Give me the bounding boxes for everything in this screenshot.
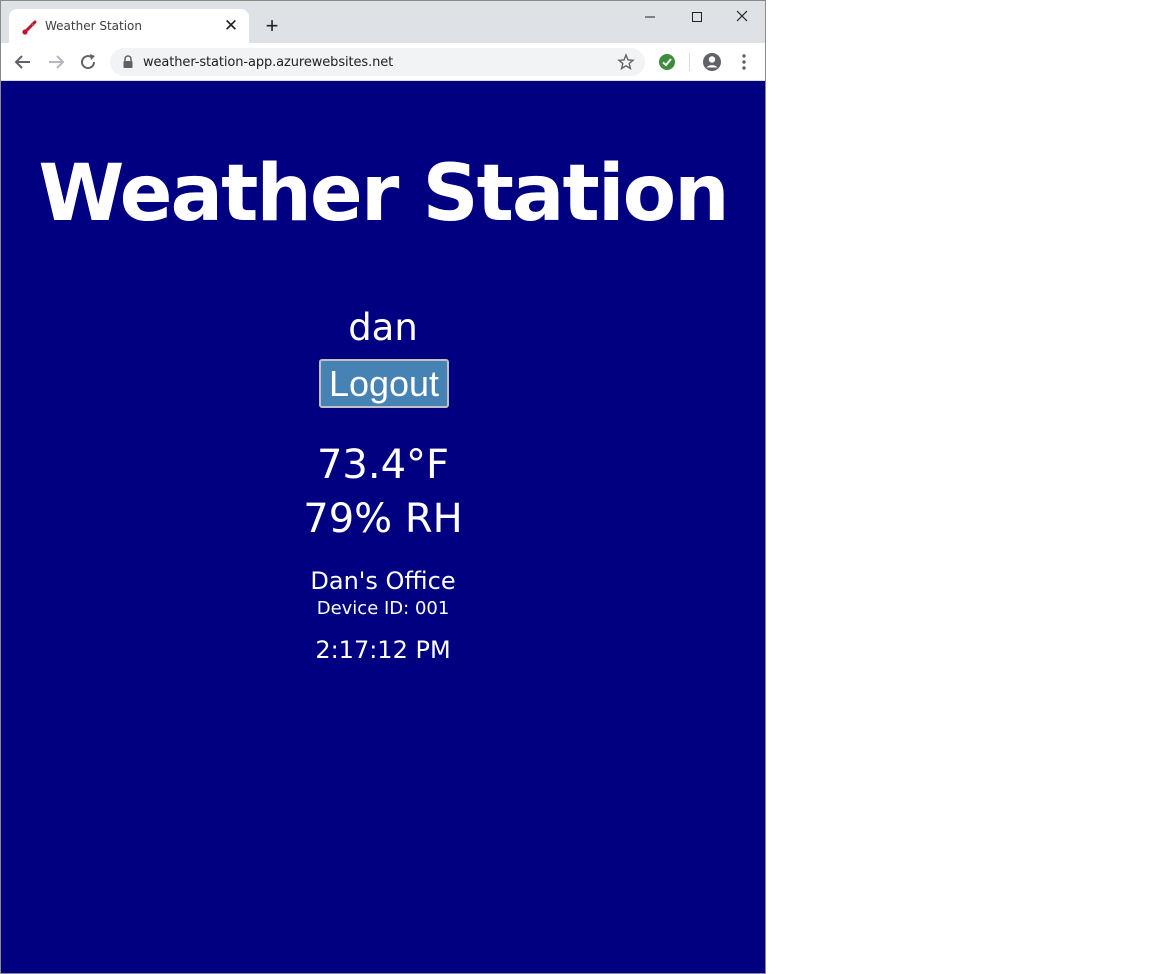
window-close-icon[interactable] bbox=[727, 7, 757, 27]
page-title: Weather Station bbox=[38, 149, 729, 239]
temperature-reading: 73.4°F bbox=[316, 442, 450, 488]
minimize-icon[interactable] bbox=[635, 7, 665, 27]
tab-strip: Weather Station ✕ + bbox=[1, 1, 765, 43]
humidity-reading: 79% RH bbox=[303, 496, 463, 542]
user-name: dan bbox=[348, 306, 418, 349]
tab-weather-station[interactable]: Weather Station ✕ bbox=[9, 9, 249, 43]
thermometer-favicon-icon bbox=[22, 20, 37, 35]
check-extension-icon[interactable] bbox=[657, 52, 677, 72]
logout-button[interactable]: Logout bbox=[319, 359, 449, 408]
toolbar-divider bbox=[689, 53, 690, 71]
more-menu-icon[interactable] bbox=[736, 52, 752, 72]
close-tab-icon[interactable]: ✕ bbox=[223, 17, 239, 34]
profile-icon[interactable] bbox=[701, 51, 723, 73]
lock-icon bbox=[123, 55, 133, 68]
tab-title: Weather Station bbox=[45, 19, 143, 33]
device-id: Device ID: 001 bbox=[316, 598, 450, 619]
reload-icon[interactable] bbox=[77, 51, 99, 73]
browser-window: Weather Station ✕ + weather-station-app.… bbox=[0, 0, 766, 974]
maximize-icon[interactable] bbox=[682, 7, 712, 27]
url-text: weather-station-app.azurewebsites.net bbox=[143, 55, 394, 70]
forward-arrow-icon[interactable] bbox=[45, 51, 67, 73]
bookmark-star-icon[interactable] bbox=[617, 53, 635, 71]
page-content: Weather Station dan Logout 73.4°F 79% RH… bbox=[1, 81, 765, 973]
reading-timestamp: 2:17:12 PM bbox=[315, 636, 451, 664]
new-tab-plus-icon[interactable]: + bbox=[260, 14, 284, 38]
address-bar[interactable]: weather-station-app.azurewebsites.net bbox=[110, 48, 645, 76]
device-location: Dan's Office bbox=[310, 567, 456, 595]
browser-toolbar: weather-station-app.azurewebsites.net bbox=[1, 43, 765, 81]
back-arrow-icon[interactable] bbox=[12, 51, 34, 73]
